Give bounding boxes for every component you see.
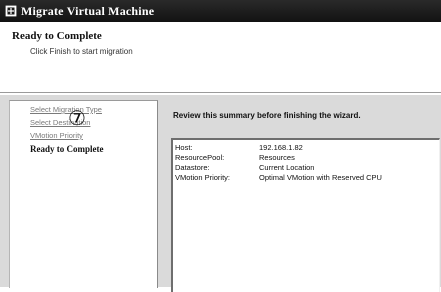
summary-value: Optimal VMotion with Reserved CPU (259, 173, 382, 182)
summary-value: 192.168.1.82 (259, 143, 303, 152)
summary-key: Datastore: (175, 163, 210, 172)
summary-value: Current Location (259, 163, 315, 172)
nav-step-ready-to-complete: Ready to Complete (30, 144, 104, 154)
header-divider (0, 92, 441, 94)
summary-key: Host: (175, 143, 193, 152)
step-number-marker: ⑦ (68, 106, 86, 130)
window-title: Migrate Virtual Machine (21, 3, 155, 18)
vm-icon (5, 5, 17, 17)
summary-value: Resources (259, 153, 295, 162)
summary-panel: Review this summary before finishing the… (164, 100, 441, 292)
summary-heading: Review this summary before finishing the… (173, 111, 361, 120)
title-bar[interactable]: Migrate Virtual Machine (0, 0, 441, 22)
nav-step-vmotion-priority[interactable]: VMotion Priority (30, 131, 83, 140)
migrate-vm-window: Migrate Virtual Machine Ready to Complet… (0, 0, 441, 292)
page-subtitle: Click Finish to start migration (30, 47, 133, 56)
page-title: Ready to Complete (12, 30, 102, 42)
wizard-header: Ready to Complete Click Finish to start … (0, 22, 441, 86)
summary-box: Host: 192.168.1.82 ResourcePool: Resourc… (171, 138, 440, 292)
summary-key: ResourcePool: (175, 153, 225, 162)
summary-key: VMotion Priority: (175, 173, 231, 182)
